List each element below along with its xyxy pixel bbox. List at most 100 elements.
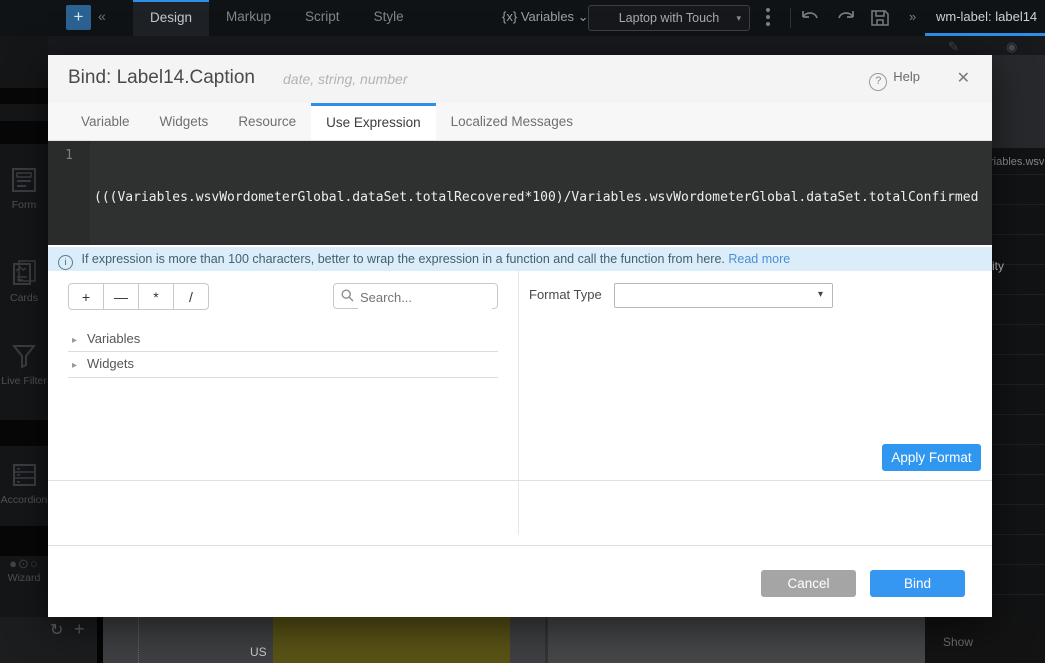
editor-mode-tabs: Design Markup Script Style [133,0,421,36]
sidebar-item-label: Live Filter [1,375,47,387]
footer-divider [48,545,992,546]
tab-markup[interactable]: Markup [209,0,288,36]
more-options-icon[interactable] [766,8,770,29]
help-label: Help [893,69,920,84]
canvas-highlight-bar [273,617,510,663]
sidebar-separator [0,420,48,446]
undo-icon[interactable] [799,8,821,28]
accordion-icon [9,460,39,490]
chevron-down-icon: ▾ [736,6,741,30]
design-canvas[interactable]: US [103,617,925,663]
variables-menu[interactable]: {x} Variables ⌄ [502,9,589,25]
expression-editor[interactable]: 1 (((Variables.wsvWordometerGlobal.dataS… [48,141,992,245]
properties-panel-strip: riables.wsv ity [992,55,1045,617]
bind-button[interactable]: Bind [870,570,965,597]
sidebar-item-accordion[interactable]: Accordion [0,460,48,506]
tree-node-label: Widgets [87,356,134,371]
chevron-down-icon: ▾ [818,289,823,300]
properties-show-section: Show [925,617,1045,663]
tab-style[interactable]: Style [357,0,421,36]
selected-widget-breadcrumb[interactable]: wm-label: label14 [936,9,1045,24]
tree-node-widgets[interactable]: ▸ Widgets [68,351,498,378]
sidebar-item-live-filter[interactable]: Live Filter [0,341,48,387]
collapse-panel-icon[interactable]: « [98,8,106,24]
tab-variable[interactable]: Variable [66,103,145,140]
toolbar-divider [790,8,791,28]
sidebar-item-wizard[interactable]: ●⊙○ Wizard [0,556,48,584]
bind-dialog-tabs: Variable Widgets Resource Use Expression… [48,103,992,141]
operator-minus-button[interactable]: — [103,283,139,310]
save-icon[interactable] [869,8,891,28]
add-widget-button[interactable]: + [66,5,91,30]
properties-panel-header [992,55,1045,148]
redo-icon[interactable] [835,8,857,28]
expand-panel-icon[interactable]: » [909,9,916,24]
search-icon [341,289,354,302]
palette-icon[interactable]: ◉ [1006,39,1017,55]
sidebar-item-label: Cards [10,292,38,304]
wizard-icon: ●⊙○ [0,556,48,572]
operator-plus-button[interactable]: + [68,283,104,310]
format-type-select[interactable]: ▾ [614,283,833,308]
cards-icon [9,258,39,288]
sidebar-item-label: Form [12,199,37,211]
editor-gutter: 1 [48,141,90,245]
info-icon: i [58,255,73,270]
code-line-1: (((Variables.wsvWordometerGlobal.dataSet… [94,190,978,205]
sidebar-item-label: Accordion [1,494,48,506]
bind-dialog: Bind: Label14.Caption date, string, numb… [48,55,992,617]
search-input[interactable] [358,285,492,309]
line-number: 1 [65,148,73,163]
sidebar-separator [0,526,48,556]
form-icon [9,165,39,195]
canvas-us-label: US [250,645,267,659]
tab-use-expression[interactable]: Use Expression [311,103,436,140]
tab-script[interactable]: Script [288,0,357,36]
tab-localized-messages[interactable]: Localized Messages [436,103,588,140]
sidebar-item-form[interactable]: Form [0,165,48,211]
caret-right-icon: ▸ [72,335,77,346]
app-window: + « Design Markup Script Style {x} Varia… [0,0,1045,663]
dialog-body: + — * / ▸ Variables ▸ Widgets [48,271,992,535]
variables-icon: {x} [502,9,517,24]
dialog-title: Bind: Label14.Caption [68,67,255,89]
operator-multiply-button[interactable]: * [138,283,174,310]
property-value-fragment: riables.wsv [992,156,1044,168]
content-divider [48,480,992,481]
tree-node-variables[interactable]: ▸ Variables [68,327,498,352]
property-value-fragment: ity [992,259,1004,273]
operator-divide-button[interactable]: / [173,283,209,310]
funnel-icon [9,341,39,371]
refresh-icon[interactable]: ↻ [50,620,63,640]
variables-menu-label: Variables [521,9,574,24]
top-toolbar: + « Design Markup Script Style {x} Varia… [0,0,1045,36]
read-more-link[interactable]: Read more [728,252,790,266]
help-icon: ? [869,73,887,91]
close-icon[interactable]: ✕ [957,68,970,88]
sidebar-separator [0,121,48,144]
expression-builder-pane: + — * / ▸ Variables ▸ Widgets [48,271,519,535]
info-text: If expression is more than 100 character… [81,252,724,266]
help-button[interactable]: ? Help [869,69,920,91]
device-preview-select[interactable]: Laptop with Touch ▾ [588,5,750,31]
device-preview-value: Laptop with Touch [619,11,720,25]
canvas-top-band: ✎ ◉ [0,36,1045,55]
tab-widgets[interactable]: Widgets [145,103,224,140]
search-box [333,283,498,309]
chevron-down-icon: ⌄ [578,9,589,24]
add-prefab-icon[interactable]: + [74,619,85,640]
tab-design[interactable]: Design [133,0,209,36]
caret-right-icon: ▸ [72,360,77,371]
show-label: Show [943,635,973,649]
tab-resource[interactable]: Resource [223,103,311,140]
tree-node-label: Variables [87,331,140,346]
pencil-icon[interactable]: ✎ [948,39,959,55]
cancel-button[interactable]: Cancel [761,570,856,597]
sidebar-separator [0,88,48,104]
active-panel-underline [925,33,1045,36]
sidebar-item-cards[interactable]: Cards [0,258,48,304]
format-type-label: Format Type [529,287,602,302]
apply-format-button[interactable]: Apply Format [882,444,981,471]
palette-footer: ↻ + re [0,617,97,663]
canvas-guide-line [138,617,139,663]
